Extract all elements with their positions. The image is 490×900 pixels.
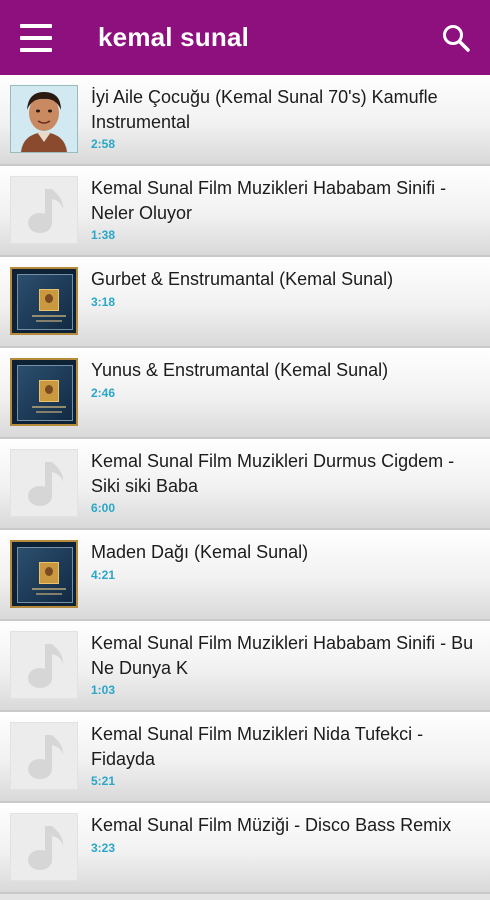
song-row[interactable]: Kemal Sunal Film Muzikleri Nida Tufekci … — [0, 712, 490, 803]
music-note-icon — [10, 813, 78, 881]
song-row[interactable]: Kemal Sunal Film Muzikleri Hababam Sinif… — [0, 621, 490, 712]
music-note-icon — [10, 722, 78, 790]
song-row[interactable]: Maden Dağı (Kemal Sunal) 4:21 — [0, 530, 490, 621]
artist-photo — [10, 85, 78, 153]
song-duration: 3:18 — [91, 295, 116, 309]
song-duration: 1:38 — [91, 228, 116, 242]
song-row[interactable]: Gurbet & Enstrumantal (Kemal Sunal) 3:18 — [0, 257, 490, 348]
song-row[interactable]: Kemal Sunal Film Muzikleri Hababam Sinif… — [0, 166, 490, 257]
song-title: Kemal Sunal Film Müziği - Disco Bass Rem… — [91, 815, 452, 835]
song-duration: 6:00 — [91, 501, 116, 515]
album-cover — [10, 267, 78, 335]
song-title: İyi Aile Çocuğu (Kemal Sunal 70's) Kamuf… — [91, 87, 438, 132]
song-row[interactable]: Yunus & Enstrumantal (Kemal Sunal) 2:46 — [0, 348, 490, 439]
song-title: Kemal Sunal Film Muzikleri Durmus Cigdem… — [91, 451, 455, 496]
song-list: İyi Aile Çocuğu (Kemal Sunal 70's) Kamuf… — [0, 75, 490, 894]
song-title: Yunus & Enstrumantal (Kemal Sunal) — [91, 360, 389, 380]
hamburger-menu-icon[interactable] — [20, 24, 52, 52]
song-row[interactable]: İyi Aile Çocuğu (Kemal Sunal 70's) Kamuf… — [0, 75, 490, 166]
music-note-icon — [10, 631, 78, 699]
app-bar: kemal sunal — [0, 0, 490, 75]
song-title: Kemal Sunal Film Muzikleri Hababam Sinif… — [91, 633, 474, 678]
search-query-title: kemal sunal — [98, 22, 250, 52]
song-duration: 4:21 — [91, 568, 116, 582]
song-duration: 5:21 — [91, 774, 116, 788]
song-duration: 1:03 — [91, 683, 116, 697]
song-row[interactable]: Kemal Sunal Film Muzikleri Durmus Cigdem… — [0, 439, 490, 530]
song-title: Kemal Sunal Film Muzikleri Hababam Sinif… — [91, 178, 447, 223]
song-title: Kemal Sunal Film Muzikleri Nida Tufekci … — [91, 724, 424, 769]
song-duration: 2:58 — [91, 137, 116, 151]
song-duration: 2:46 — [91, 386, 116, 400]
song-title: Maden Dağı (Kemal Sunal) — [91, 542, 309, 562]
music-note-icon — [10, 176, 78, 244]
album-cover — [10, 540, 78, 608]
song-duration: 3:23 — [91, 841, 116, 855]
song-title: Gurbet & Enstrumantal (Kemal Sunal) — [91, 269, 394, 289]
search-icon[interactable] — [440, 22, 472, 54]
album-cover — [10, 358, 78, 426]
song-row[interactable]: Kemal Sunal Film Müziği - Disco Bass Rem… — [0, 803, 490, 894]
music-note-icon — [10, 449, 78, 517]
